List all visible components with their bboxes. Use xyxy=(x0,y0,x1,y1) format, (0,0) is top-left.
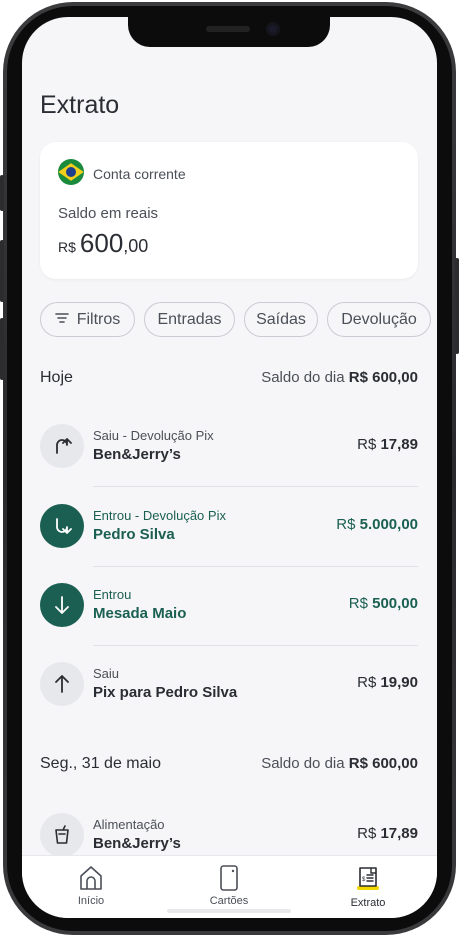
filter-icon xyxy=(54,313,69,324)
notch xyxy=(128,17,330,47)
card-icon xyxy=(220,865,238,891)
transaction-row[interactable]: Entrou - Devolução Pix Pedro Silva R$ 5.… xyxy=(40,504,418,583)
amount-value: 17,89 xyxy=(380,825,418,842)
tab-label: Extrato xyxy=(350,897,386,909)
transaction-row[interactable]: Entrou Mesada Maio R$ 500,00 xyxy=(40,583,418,662)
amount-currency: R$ xyxy=(357,436,381,453)
filter-chip-entradas[interactable]: Entradas xyxy=(144,302,235,337)
filter-chip-saidas[interactable]: Saídas xyxy=(244,302,318,337)
day-balance-prefix: Saldo do dia xyxy=(261,755,349,772)
side-button xyxy=(0,175,4,211)
transaction-name: Ben&Jerry’s xyxy=(93,835,181,852)
side-button xyxy=(0,240,4,302)
side-button xyxy=(0,318,4,380)
transaction-amount: R$ 500,00 xyxy=(349,595,418,612)
amount-currency: R$ xyxy=(348,595,373,612)
account-name: Conta corrente xyxy=(93,166,186,182)
receipt-icon: $ xyxy=(357,867,379,890)
day-header: Seg., 31 de maio Saldo do dia R$ 600,00 xyxy=(40,755,418,779)
return-in-icon xyxy=(40,504,84,548)
transaction-amount: R$ 19,90 xyxy=(357,674,418,691)
transaction-category: Alimentação xyxy=(93,817,165,832)
divider xyxy=(93,566,418,567)
tab-extrato[interactable]: $ Extrato xyxy=(318,864,418,909)
balance-integer: 600 xyxy=(79,228,124,258)
balance-amount: R$ 600,00 xyxy=(58,228,148,259)
arrow-up-icon xyxy=(40,662,84,706)
arrow-down-icon xyxy=(40,583,84,627)
balance-label: Saldo em reais xyxy=(58,205,159,222)
transaction-category: Entrou - Devolução Pix xyxy=(93,508,226,523)
transaction-name: Mesada Maio xyxy=(93,605,187,622)
speaker xyxy=(206,26,250,32)
amount-currency: R$ xyxy=(357,825,381,842)
transaction-category: Saiu xyxy=(93,666,120,681)
day-label: Hoje xyxy=(40,369,73,386)
day-balance: Saldo do dia R$ 600,00 xyxy=(261,755,418,772)
page-title: Extrato xyxy=(40,91,120,119)
filter-chip-devolucao[interactable]: Devolução xyxy=(327,302,431,337)
tab-cartoes[interactable]: Cartões xyxy=(179,864,279,907)
home-icon xyxy=(80,866,102,890)
transaction-name: Ben&Jerry’s xyxy=(93,446,181,463)
transaction-row[interactable]: Saiu Pix para Pedro Silva R$ 19,90 xyxy=(40,662,418,741)
day-balance-value: R$ 600,00 xyxy=(348,369,418,386)
transaction-amount: R$ 17,89 xyxy=(357,436,418,453)
balance-currency: R$ xyxy=(58,239,76,255)
day-balance: Saldo do dia R$ 600,00 xyxy=(261,369,418,386)
side-button xyxy=(455,258,459,354)
home-indicator xyxy=(167,909,291,913)
balance-cents: ,00 xyxy=(123,236,149,256)
camera xyxy=(266,22,280,36)
amount-currency: R$ xyxy=(357,674,381,691)
app-screen: Extrato Conta corrente Saldo em reais R$… xyxy=(22,17,437,918)
day-label: Seg., 31 de maio xyxy=(40,755,161,772)
tab-label: Início xyxy=(77,895,105,907)
chip-label: Devolução xyxy=(341,311,417,328)
chip-label: Entradas xyxy=(157,311,222,328)
amount-currency: R$ xyxy=(336,516,360,533)
brazil-flag-icon xyxy=(58,159,84,185)
day-header: Hoje Saldo do dia R$ 600,00 xyxy=(40,369,418,393)
day-balance-prefix: Saldo do dia xyxy=(261,369,349,386)
transaction-name: Pix para Pedro Silva xyxy=(93,684,238,701)
transaction-category: Entrou xyxy=(93,587,132,602)
divider xyxy=(93,645,418,646)
chip-label: Saídas xyxy=(256,311,306,328)
tab-label: Cartões xyxy=(209,895,249,907)
bottom-tab-bar: Início Cartões $ Extrato xyxy=(22,855,437,918)
account-card[interactable]: Conta corrente Saldo em reais R$ 600,00 xyxy=(40,142,418,279)
amount-value: 5.000,00 xyxy=(359,516,418,533)
filter-chip-filtros[interactable]: Filtros xyxy=(40,302,135,337)
transaction-row[interactable]: Saiu - Devolução Pix Ben&Jerry’s R$ 17,8… xyxy=(40,424,418,503)
divider xyxy=(93,486,418,487)
day-balance-value: R$ 600,00 xyxy=(348,755,418,772)
amount-value: 19,90 xyxy=(380,674,418,691)
cup-icon xyxy=(40,813,84,857)
tab-inicio[interactable]: Início xyxy=(41,864,141,907)
return-out-icon xyxy=(40,424,84,468)
chip-label: Filtros xyxy=(76,311,121,328)
transaction-category: Saiu - Devolução Pix xyxy=(93,428,214,443)
transaction-name: Pedro Silva xyxy=(93,526,175,543)
amount-value: 17,89 xyxy=(380,436,418,453)
transaction-amount: R$ 17,89 xyxy=(357,825,418,842)
transaction-amount: R$ 5.000,00 xyxy=(336,516,418,533)
amount-value: 500,00 xyxy=(372,595,418,612)
